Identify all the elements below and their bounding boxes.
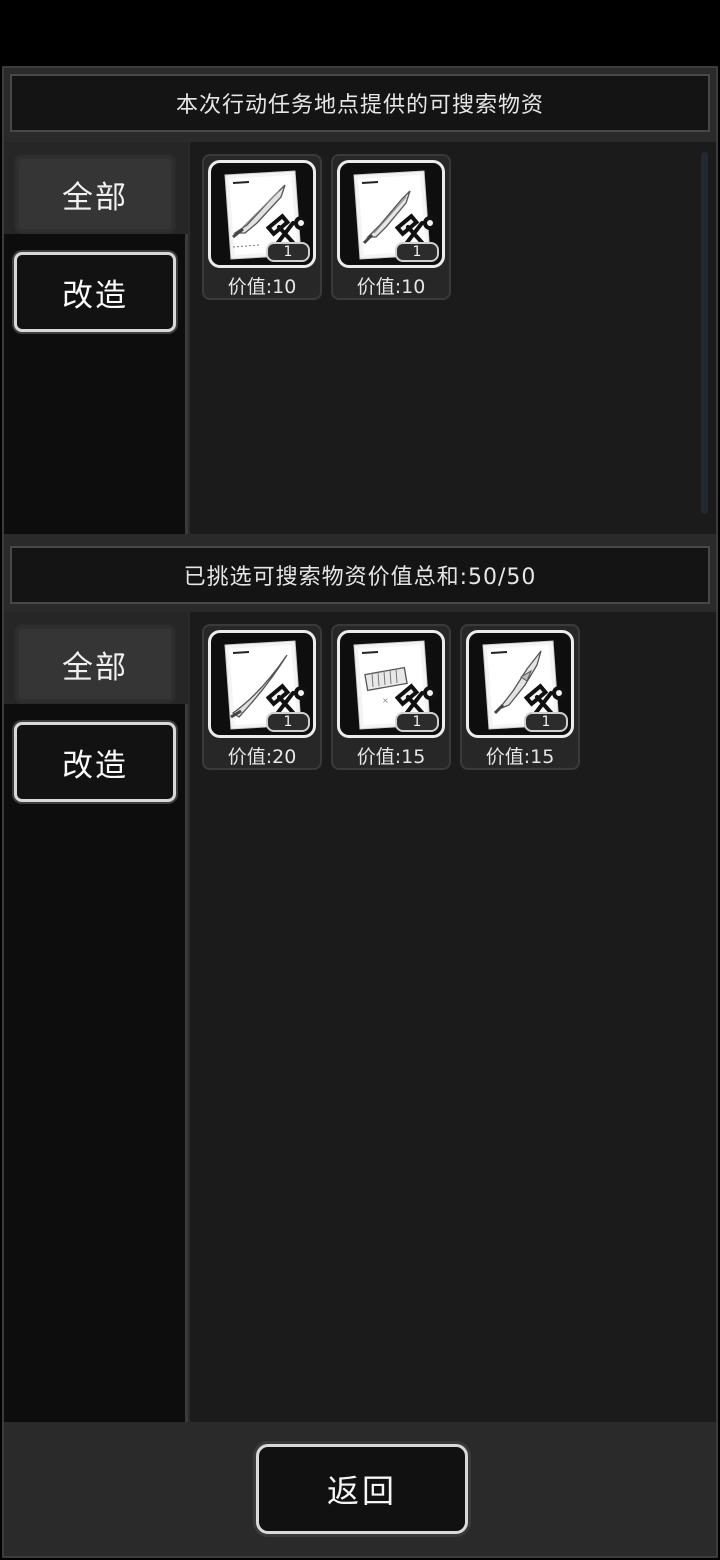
top-sidebar: 全部 改造 xyxy=(4,142,188,534)
item-quantity: 1 xyxy=(524,712,568,732)
top-scrollbar[interactable] xyxy=(701,152,708,514)
top-item-1[interactable]: 1 价值:10 xyxy=(202,154,322,300)
top-section-title: 本次行动任务地点提供的可搜索物资 xyxy=(10,74,710,132)
svg-text:×: × xyxy=(382,696,389,705)
bottom-item-3[interactable]: 1 价值:15 xyxy=(460,624,580,770)
item-value: 价值:15 xyxy=(356,746,426,768)
top-section: 全部 改造 1 价值:10 1 价值:10 xyxy=(4,142,716,534)
item-quantity: 1 xyxy=(266,242,310,262)
bottom-item-2[interactable]: × 1 价值:15 xyxy=(331,624,451,770)
item-value: 价值:10 xyxy=(356,276,426,298)
item-value: 价值:20 xyxy=(227,746,297,768)
top-tab-modify[interactable]: 改造 xyxy=(14,252,176,332)
item-value: 价值:15 xyxy=(485,746,555,768)
item-quantity: 1 xyxy=(395,242,439,262)
blueprint-module-icon: × 1 xyxy=(337,630,445,738)
blueprint-dagger-icon: 1 xyxy=(337,160,445,268)
bottom-item-grid: 1 价值:20 × 1 价值:15 1 价值:15 xyxy=(190,612,716,1422)
item-quantity: 1 xyxy=(395,712,439,732)
top-item-2[interactable]: 1 价值:10 xyxy=(331,154,451,300)
blueprint-blade-icon: 1 xyxy=(466,630,574,738)
blueprint-sword-icon: 1 xyxy=(208,160,316,268)
item-value: 价值:10 xyxy=(227,276,297,298)
bottom-tab-modify[interactable]: 改造 xyxy=(14,722,176,802)
item-quantity: 1 xyxy=(266,712,310,732)
back-button[interactable]: 返回 xyxy=(256,1444,468,1534)
bottom-item-1[interactable]: 1 价值:20 xyxy=(202,624,322,770)
footer-bar: 返回 xyxy=(4,1426,716,1556)
screen: 本次行动任务地点提供的可搜索物资 全部 改造 1 价值:10 1 价值:10 已… xyxy=(0,0,720,1560)
blueprint-katana-icon: 1 xyxy=(208,630,316,738)
bottom-section-title: 已挑选可搜索物资价值总和:50/50 xyxy=(10,546,710,604)
bottom-sidebar: 全部 改造 xyxy=(4,612,188,1422)
bottom-section: 全部 改造 1 价值:20 × 1 价值:15 1 价值:15 xyxy=(4,612,716,1422)
top-tab-all[interactable]: 全部 xyxy=(14,154,176,234)
bottom-tab-all[interactable]: 全部 xyxy=(14,624,176,704)
top-item-grid: 1 价值:10 1 价值:10 xyxy=(190,142,716,534)
